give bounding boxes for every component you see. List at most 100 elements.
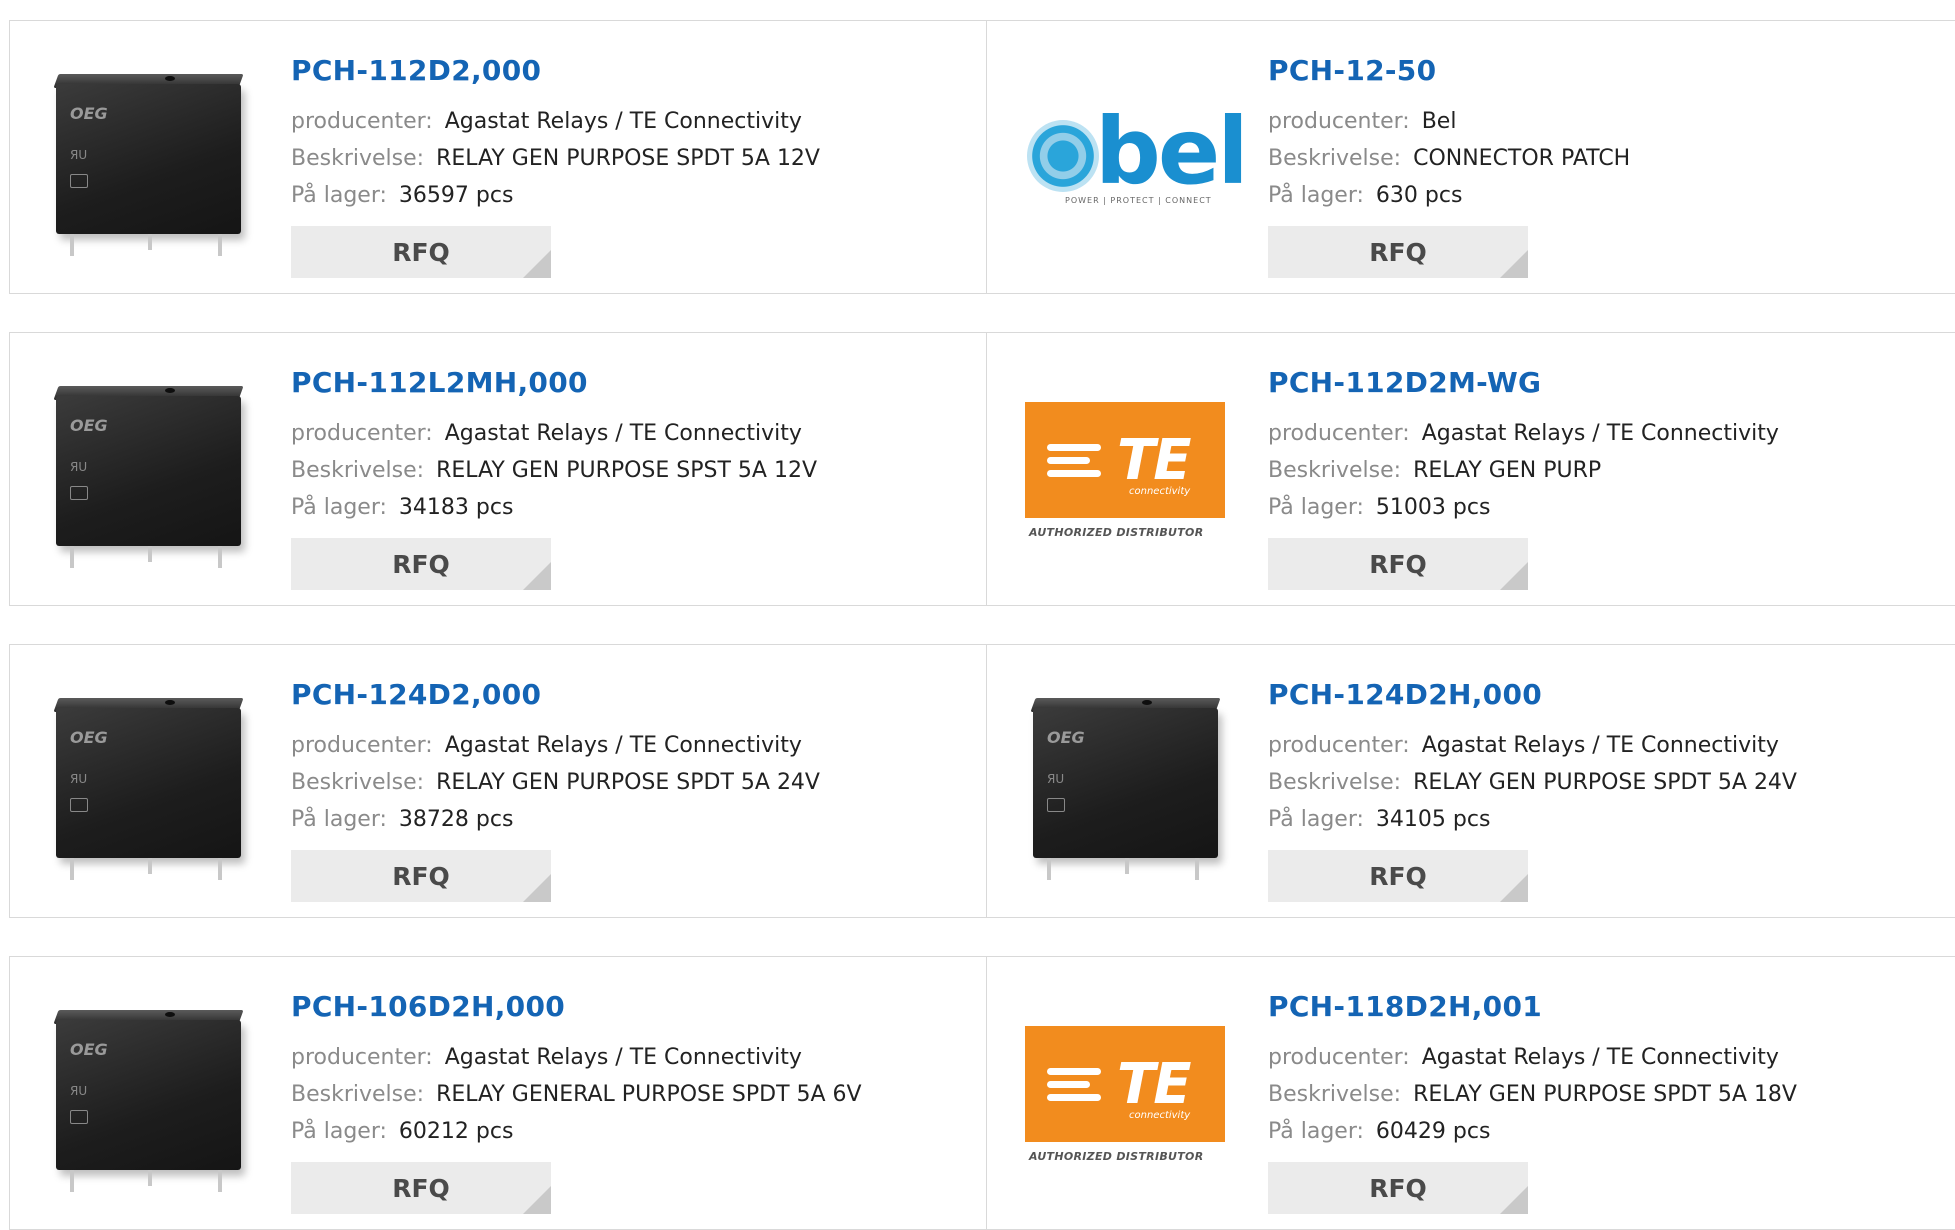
- logo-part: [1027, 120, 1099, 192]
- logo-part: [148, 234, 152, 250]
- description-label: Beskrivelse:: [1268, 770, 1402, 795]
- logo-part: [148, 1170, 152, 1186]
- description-value: RELAY GEN PURPOSE SPDT 5A 18V: [1413, 1082, 1797, 1107]
- description-line: Beskrivelse: RELAY GENERAL PURPOSE SPDT 5…: [291, 1076, 862, 1113]
- logo-part: [70, 798, 88, 812]
- description-line: Beskrivelse: RELAY GEN PURPOSE SPST 5A 12…: [291, 452, 817, 489]
- rfq-button[interactable]: RFQ: [291, 538, 551, 590]
- stock-value: 36597 pcs: [398, 183, 514, 208]
- product-card: TE connectivity AUTHORIZED DISTRIBUTOR P…: [987, 957, 1955, 1229]
- manufacturer-line: producenter: Agastat Relays / TE Connecti…: [1268, 727, 1797, 764]
- product-thumbnail[interactable]: TE connectivity AUTHORIZED DISTRIBUTOR: [1025, 373, 1225, 573]
- logo-part: [148, 546, 152, 562]
- logo-part: TE: [1117, 428, 1191, 493]
- corner-triangle-icon: [1500, 1186, 1528, 1214]
- logo-part: [1142, 700, 1152, 705]
- stock-line: På lager: 34183 pcs: [291, 489, 817, 526]
- product-card: OEG ЯU PCH-124D2,000 producenter: Agastat…: [10, 645, 987, 917]
- te-connectivity-logo: TE connectivity AUTHORIZED DISTRIBUTOR: [1025, 1026, 1225, 1168]
- stock-line: På lager: 630 pcs: [1268, 177, 1630, 214]
- rfq-label: RFQ: [1369, 549, 1427, 579]
- product-part-link[interactable]: PCH-112L2MH,000: [291, 363, 817, 403]
- stock-label: På lager:: [291, 807, 387, 832]
- logo-part: [1195, 858, 1199, 880]
- logo-part: [70, 546, 74, 568]
- description-line: Beskrivelse: RELAY GEN PURP: [1268, 452, 1779, 489]
- description-value: RELAY GEN PURP: [1413, 458, 1602, 483]
- stock-value: 630 pcs: [1375, 183, 1463, 208]
- logo-part: connectivity: [1129, 486, 1191, 497]
- manufacturer-line: producenter: Agastat Relays / TE Connecti…: [291, 103, 820, 140]
- stock-value: 34183 pcs: [398, 495, 514, 520]
- rfq-button[interactable]: RFQ: [1268, 226, 1528, 278]
- stock-line: På lager: 60212 pcs: [291, 1113, 862, 1150]
- manufacturer-line: producenter: Agastat Relays / TE Connecti…: [1268, 415, 1779, 452]
- stock-label: På lager:: [1268, 495, 1364, 520]
- product-info: PCH-112L2MH,000 producenter: Agastat Rela…: [291, 363, 817, 590]
- description-value: RELAY GEN PURPOSE SPST 5A 12V: [436, 458, 818, 483]
- relay-image: OEG ЯU: [1027, 690, 1223, 880]
- product-info: PCH-12-50 producenter: Bel Beskrivelse: CO…: [1268, 51, 1630, 278]
- stock-label: På lager:: [1268, 1119, 1364, 1144]
- manufacturer-line: producenter: Agastat Relays / TE Connecti…: [291, 1039, 862, 1076]
- rfq-button[interactable]: RFQ: [1268, 538, 1528, 590]
- manufacturer-label: producenter:: [291, 421, 433, 446]
- product-thumbnail[interactable]: bel POWER | PROTECT | CONNECT: [1025, 61, 1249, 261]
- logo-part: ЯU: [70, 460, 88, 474]
- manufacturer-label: producenter:: [291, 1045, 433, 1070]
- logo-part: [218, 858, 222, 880]
- product-part-link[interactable]: PCH-106D2H,000: [291, 987, 862, 1027]
- logo-part: [1125, 858, 1129, 874]
- logo-part: [1047, 1068, 1101, 1107]
- product-part-link[interactable]: PCH-112D2M-WG: [1268, 363, 1779, 403]
- product-thumbnail[interactable]: OEG ЯU: [48, 373, 248, 573]
- logo-part: [1047, 457, 1091, 464]
- stock-label: På lager:: [291, 1119, 387, 1144]
- stock-value: 51003 pcs: [1375, 495, 1491, 520]
- logo-part: [218, 546, 222, 568]
- relay-image: OEG ЯU: [50, 1002, 246, 1192]
- product-part-link[interactable]: PCH-12-50: [1268, 51, 1630, 91]
- manufacturer-value: Agastat Relays / TE Connectivity: [444, 733, 802, 758]
- product-part-link[interactable]: PCH-124D2H,000: [1268, 675, 1797, 715]
- product-part-link[interactable]: PCH-112D2,000: [291, 51, 820, 91]
- product-part-link[interactable]: PCH-124D2,000: [291, 675, 820, 715]
- product-thumbnail[interactable]: OEG ЯU: [1025, 685, 1225, 885]
- corner-triangle-icon: [523, 562, 551, 590]
- stock-label: På lager:: [291, 495, 387, 520]
- product-thumbnail[interactable]: OEG ЯU: [48, 997, 248, 1197]
- product-card: bel POWER | PROTECT | CONNECT PCH-12-50 …: [987, 21, 1955, 293]
- description-label: Beskrivelse:: [1268, 146, 1402, 171]
- logo-part: [70, 1170, 74, 1192]
- manufacturer-label: producenter:: [291, 733, 433, 758]
- logo-part: connectivity: [1129, 1110, 1191, 1121]
- product-thumbnail[interactable]: OEG ЯU: [48, 685, 248, 885]
- stock-value: 60429 pcs: [1375, 1119, 1491, 1144]
- logo-part: [1047, 444, 1101, 451]
- description-value: RELAY GENERAL PURPOSE SPDT 5A 6V: [436, 1082, 862, 1107]
- product-thumbnail[interactable]: TE connectivity AUTHORIZED DISTRIBUTOR: [1025, 997, 1225, 1197]
- manufacturer-value: Agastat Relays / TE Connectivity: [444, 421, 802, 446]
- manufacturer-label: producenter:: [1268, 421, 1410, 446]
- logo-part: [1047, 470, 1101, 477]
- rfq-button[interactable]: RFQ: [1268, 850, 1528, 902]
- stock-line: På lager: 38728 pcs: [291, 801, 820, 838]
- product-part-link[interactable]: PCH-118D2H,001: [1268, 987, 1797, 1027]
- logo-part: ЯU: [70, 1084, 88, 1098]
- product-info: PCH-124D2H,000 producenter: Agastat Relay…: [1268, 675, 1797, 902]
- product-thumbnail[interactable]: OEG ЯU: [48, 61, 248, 261]
- logo-part: [70, 486, 88, 500]
- logo-part: [165, 388, 175, 393]
- product-card: OEG ЯU PCH-112D2,000 producenter: Agastat…: [10, 21, 987, 293]
- logo-part: OEG: [70, 1040, 108, 1059]
- rfq-button[interactable]: RFQ: [291, 850, 551, 902]
- relay-image: OEG ЯU: [50, 690, 246, 880]
- description-label: Beskrivelse:: [291, 146, 425, 171]
- description-label: Beskrivelse:: [291, 1082, 425, 1107]
- description-value: RELAY GEN PURPOSE SPDT 5A 12V: [436, 146, 820, 171]
- rfq-button[interactable]: RFQ: [291, 226, 551, 278]
- stock-label: På lager:: [1268, 183, 1364, 208]
- manufacturer-value: Bel: [1421, 109, 1457, 134]
- rfq-button[interactable]: RFQ: [1268, 1162, 1528, 1214]
- rfq-button[interactable]: RFQ: [291, 1162, 551, 1214]
